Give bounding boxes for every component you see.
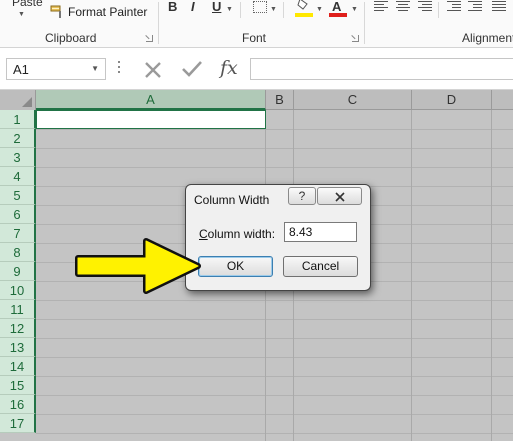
row-header[interactable]: 10 — [0, 281, 36, 300]
gridline — [36, 414, 513, 415]
ribbon-divider — [158, 2, 159, 44]
close-icon[interactable] — [144, 61, 162, 79]
merge-center-icon[interactable] — [492, 1, 506, 13]
ribbon-divider — [438, 2, 439, 18]
row-header[interactable]: 6 — [0, 205, 36, 224]
ribbon-divider — [240, 2, 241, 18]
dialog-title: Column Width — [194, 193, 270, 207]
paste-button[interactable]: Paste — [12, 0, 43, 9]
column-width-label: Column width: — [199, 227, 275, 241]
gridline — [36, 357, 513, 358]
select-all-icon — [22, 97, 32, 107]
font-color-dropdown-icon[interactable]: ▼ — [351, 6, 358, 13]
increase-indent-icon[interactable] — [468, 1, 482, 13]
clipboard-dialog-launcher[interactable] — [146, 35, 153, 42]
close-icon — [334, 192, 345, 202]
paste-dropdown-icon[interactable]: ▼ — [18, 11, 25, 18]
clipboard-group-label: Clipboard — [45, 31, 97, 45]
column-width-dialog: Column Width ? Column width: 8.43 OK Can… — [185, 184, 371, 291]
column-width-label-text: olumn width: — [207, 227, 276, 241]
row-header[interactable]: 12 — [0, 319, 36, 338]
close-button[interactable] — [317, 187, 362, 205]
cancel-button[interactable]: Cancel — [283, 256, 358, 277]
yellow-arrow-icon — [75, 238, 201, 294]
gridline — [36, 376, 513, 377]
gridline — [36, 167, 513, 168]
ok-button[interactable]: OK — [198, 256, 273, 277]
row-header[interactable]: 14 — [0, 357, 36, 376]
column-header-d[interactable]: D — [412, 90, 492, 110]
name-box[interactable]: A1 ▼ — [6, 58, 106, 80]
check-icon[interactable] — [181, 60, 203, 78]
ribbon: Paste ▼ Format Painter Clipboard B I U ▼… — [0, 0, 513, 48]
column-header-b[interactable]: B — [266, 90, 294, 110]
fill-color-swatch — [295, 13, 313, 17]
column-width-input[interactable]: 8.43 — [284, 222, 357, 242]
gridline — [491, 110, 492, 441]
format-painter-button[interactable]: Format Painter — [50, 5, 147, 19]
row-header[interactable]: 5 — [0, 186, 36, 205]
font-color-swatch — [329, 13, 347, 17]
align-left-icon[interactable] — [374, 1, 388, 13]
chevron-down-icon[interactable]: ▼ — [91, 64, 99, 73]
select-all-button[interactable] — [0, 90, 36, 110]
gridline — [36, 433, 513, 434]
gridline — [36, 148, 513, 149]
row-header[interactable]: 1 — [0, 110, 36, 129]
gridline — [411, 110, 412, 441]
column-header-a[interactable]: A — [36, 90, 266, 110]
decrease-indent-icon[interactable] — [447, 1, 461, 13]
row-header[interactable]: 9 — [0, 262, 36, 281]
borders-icon[interactable] — [253, 1, 267, 13]
ribbon-divider — [364, 2, 365, 44]
font-dialog-launcher[interactable] — [352, 35, 359, 42]
formula-bar-grip-icon[interactable] — [118, 61, 121, 75]
formula-bar: A1 ▼ fx — [0, 48, 513, 90]
gridline — [36, 129, 513, 130]
row-header[interactable]: 11 — [0, 300, 36, 319]
column-header-row: A B C D — [0, 90, 513, 110]
gridline — [36, 338, 513, 339]
font-color-button[interactable]: A — [332, 0, 341, 14]
formula-input[interactable] — [250, 58, 513, 80]
gridline — [36, 300, 513, 301]
alignment-group-label: Alignment — [462, 31, 513, 45]
fill-color-icon[interactable] — [297, 0, 311, 11]
row-header[interactable]: 13 — [0, 338, 36, 357]
font-group-label: Font — [242, 31, 267, 45]
borders-dropdown-icon[interactable]: ▼ — [270, 6, 277, 13]
row-header[interactable]: 2 — [0, 129, 36, 148]
paintbrush-icon — [50, 5, 61, 18]
row-header[interactable]: 3 — [0, 148, 36, 167]
gridline — [36, 319, 513, 320]
insert-function-button[interactable]: fx — [220, 57, 238, 79]
row-header[interactable]: 16 — [0, 395, 36, 414]
ribbon-divider — [283, 2, 284, 18]
name-box-value: A1 — [13, 62, 29, 77]
align-center-icon[interactable] — [396, 1, 410, 13]
underline-dropdown-icon[interactable]: ▼ — [226, 6, 233, 13]
help-button[interactable]: ? — [288, 187, 316, 205]
row-header[interactable]: 15 — [0, 376, 36, 395]
fill-color-dropdown-icon[interactable]: ▼ — [316, 6, 323, 13]
bold-button[interactable]: B — [168, 0, 177, 14]
italic-button[interactable]: I — [191, 0, 195, 14]
column-header-c[interactable]: C — [294, 90, 412, 110]
row-header[interactable]: 17 — [0, 414, 36, 433]
align-right-icon[interactable] — [418, 1, 432, 13]
selected-cell-a1[interactable] — [36, 110, 266, 129]
row-header[interactable]: 4 — [0, 167, 36, 186]
row-header[interactable]: 7 — [0, 224, 36, 243]
gridline — [36, 395, 513, 396]
underline-button[interactable]: U — [212, 0, 221, 14]
row-header[interactable]: 8 — [0, 243, 36, 262]
format-painter-label: Format Painter — [68, 5, 148, 19]
